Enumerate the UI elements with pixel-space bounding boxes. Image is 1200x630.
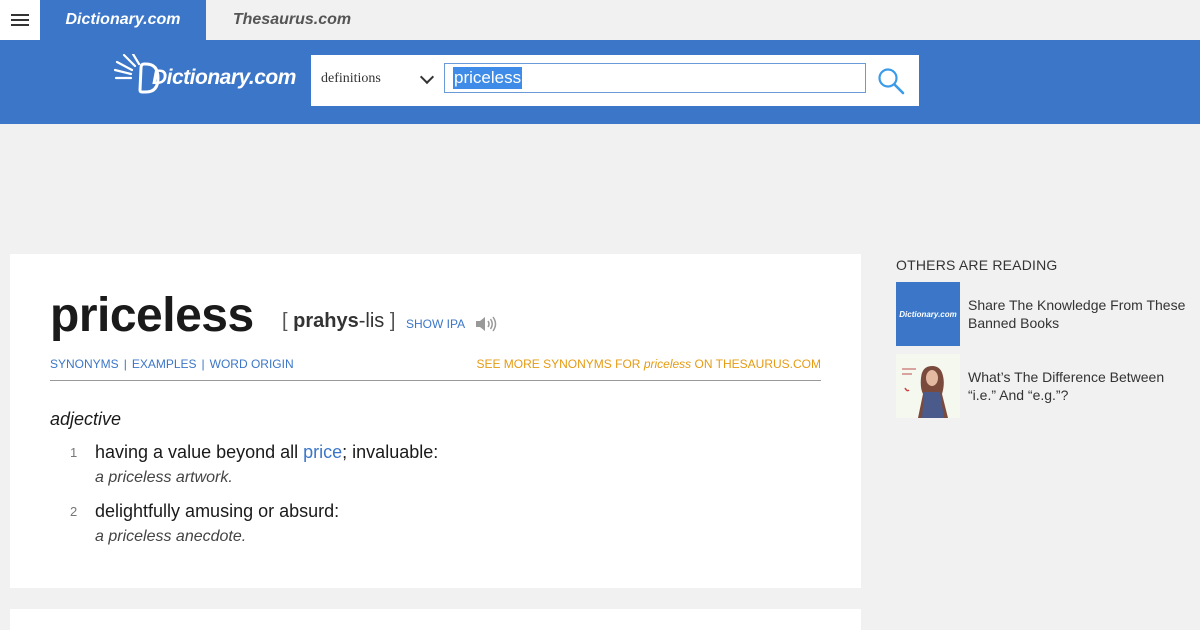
hamburger-icon (11, 14, 29, 26)
hamburger-menu-button[interactable] (0, 0, 40, 40)
article-thumbnail: Dictionary.com (896, 282, 960, 346)
definition-number: 2 (70, 504, 78, 519)
rail-article-item[interactable]: What’s The Difference Between “i.e.” And… (896, 354, 1186, 418)
search-form: definitions priceless (311, 55, 919, 106)
pron-syllable: -lis (358, 310, 385, 332)
rail-article-item[interactable]: Dictionary.com Share The Knowledge From … (896, 282, 1186, 346)
tab-dictionary[interactable]: Dictionary.com (40, 0, 206, 40)
definition-example: a priceless anecdote. (95, 528, 247, 545)
dictionary-logo[interactable]: Dictionary.com (114, 54, 296, 98)
show-ipa-link[interactable]: SHOW IPA (406, 317, 465, 331)
pron-close-bracket: ] (389, 310, 396, 332)
see-more-suffix: ON THESAURUS.COM (694, 357, 821, 371)
definition-example: a priceless artwork. (95, 469, 233, 486)
site-tab-bar: Dictionary.com Thesaurus.com (0, 0, 1200, 40)
search-input[interactable] (444, 63, 866, 93)
next-section-card (10, 609, 861, 630)
see-more-prefix: SEE MORE SYNONYMS FOR (476, 357, 641, 371)
pron-open-bracket: [ (282, 310, 288, 332)
others-reading-heading: OTHERS ARE READING (896, 257, 1058, 273)
article-title: What’s The Difference Between “i.e.” And… (968, 369, 1165, 403)
article-thumbnail-photo (896, 354, 960, 418)
subnav-word-origin-link[interactable]: WORD ORIGIN (210, 357, 294, 371)
article-title: Share The Knowledge From These Banned Bo… (968, 297, 1186, 331)
subnav-divider: | (201, 357, 205, 371)
site-header: Dictionary.com definitions priceless (0, 40, 1200, 124)
entry-subnav: SYNONYMS | EXAMPLES | WORD ORIGIN (50, 357, 294, 371)
speaker-icon[interactable] (473, 312, 497, 336)
subnav-divider: | (123, 357, 127, 371)
pronunciation: [ prahys-lis ] (282, 310, 395, 333)
chevron-down-icon (419, 69, 435, 85)
part-of-speech: adjective (50, 409, 122, 429)
subnav-synonyms-link[interactable]: SYNONYMS (50, 357, 119, 371)
pron-stressed-syllable: prahys (293, 310, 359, 332)
entry-card: priceless [ prahys-lis ] SHOW IPA SYNONY… (10, 254, 861, 588)
definition-number: 1 (70, 445, 78, 460)
subnav-examples-link[interactable]: EXAMPLES (132, 357, 197, 371)
headword: priceless (50, 289, 254, 342)
definition-link-price[interactable]: price (303, 442, 342, 462)
definition-text: having a value beyond all price; invalua… (95, 442, 439, 462)
logo-wordmark: Dictionary.com (152, 66, 296, 89)
search-mode-select[interactable]: definitions (311, 55, 443, 106)
woman-photo-illustration (896, 354, 960, 418)
see-more-synonyms-link[interactable]: SEE MORE SYNONYMS FOR priceless ON THESA… (476, 357, 821, 371)
search-icon[interactable] (877, 67, 905, 95)
search-mode-value: definitions (321, 71, 381, 86)
see-more-word: priceless (643, 357, 692, 371)
tab-thesaurus[interactable]: Thesaurus.com (206, 0, 378, 40)
entry-divider (50, 380, 821, 381)
definition-text: delightfully amusing or absurd: (95, 501, 340, 521)
